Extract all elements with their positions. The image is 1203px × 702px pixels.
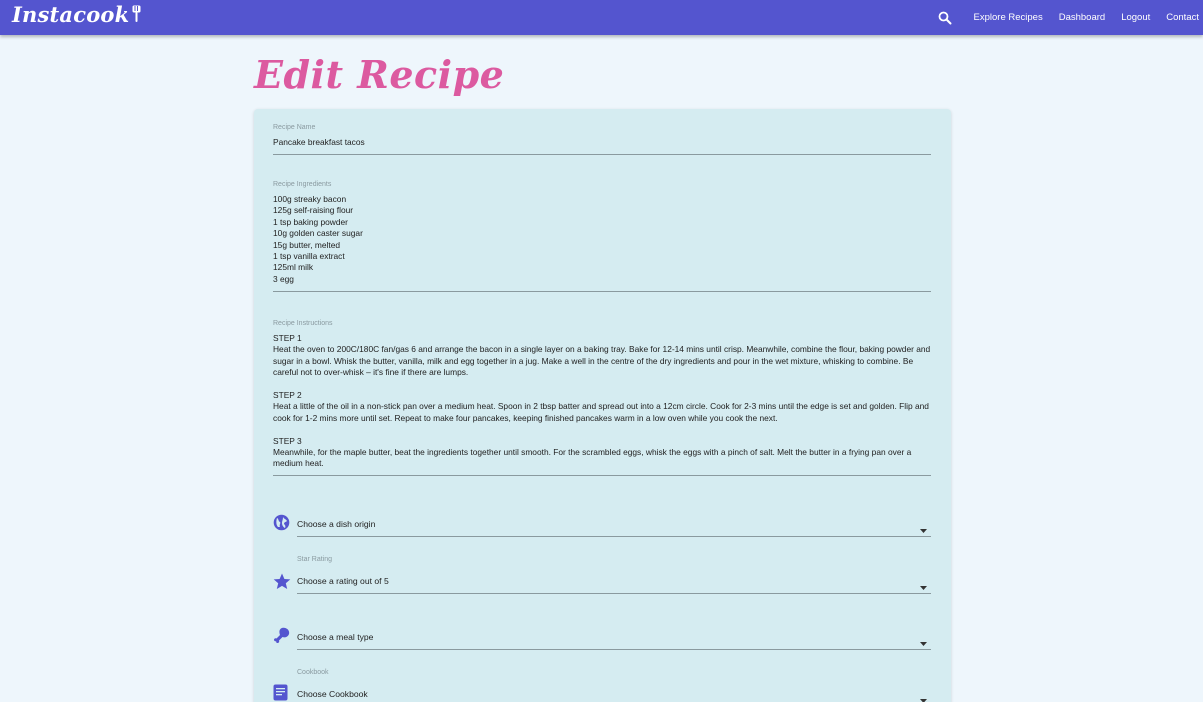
drumstick-icon xyxy=(273,627,291,645)
star-rating-select[interactable]: Star Rating Choose a rating out of 5 xyxy=(297,556,931,595)
search-icon[interactable] xyxy=(938,11,952,25)
book-icon xyxy=(273,684,291,702)
star-rating-label: Star Rating xyxy=(297,556,333,563)
recipe-instructions-input[interactable]: STEP 1 Heat the oven to 200C/180C fan/ga… xyxy=(273,333,931,470)
nav-contact[interactable]: Contact xyxy=(1166,12,1199,23)
recipe-name-underline xyxy=(273,154,931,155)
recipe-ingredients-underline xyxy=(273,291,931,292)
recipe-ingredients-input[interactable]: 100g streaky bacon 125g self-raising flo… xyxy=(273,194,931,285)
recipe-name-input[interactable]: Pancake breakfast tacos xyxy=(273,137,931,148)
nav-links: Explore Recipes Dashboard Logout Contact xyxy=(938,0,1203,35)
recipe-name-field[interactable]: Recipe Name Pancake breakfast tacos xyxy=(273,124,931,156)
star-rating-underline xyxy=(297,593,931,594)
brand-name: Instacook xyxy=(12,1,130,27)
cookbook-select[interactable]: Cookbook Choose Cookbook xyxy=(297,669,931,702)
recipe-ingredients-label: Recipe Ingredients xyxy=(273,181,332,188)
recipe-instructions-field[interactable]: Recipe Instructions STEP 1 Heat the oven… xyxy=(273,320,931,478)
recipe-ingredients-field[interactable]: Recipe Ingredients 100g streaky bacon 12… xyxy=(273,181,931,293)
cookbook-label: Cookbook xyxy=(297,669,329,676)
chevron-down-icon xyxy=(920,578,927,590)
star-rating-placeholder: Choose a rating out of 5 xyxy=(297,576,389,586)
globe-icon xyxy=(273,514,291,532)
page-title: Edit Recipe xyxy=(254,52,505,97)
cookbook-placeholder: Choose Cookbook xyxy=(297,689,368,699)
meal-type-placeholder: Choose a meal type xyxy=(297,632,374,642)
dish-origin-underline xyxy=(297,536,931,537)
dish-origin-placeholder: Choose a dish origin xyxy=(297,519,376,529)
nav-logout[interactable]: Logout xyxy=(1121,12,1150,23)
nav-dashboard[interactable]: Dashboard xyxy=(1059,12,1105,23)
recipe-name-label: Recipe Name xyxy=(273,124,316,131)
recipe-form-card: Recipe Name Pancake breakfast tacos Reci… xyxy=(254,109,951,702)
recipe-instructions-label: Recipe Instructions xyxy=(273,320,333,327)
cookbook-select-row: Cookbook Choose Cookbook xyxy=(273,669,931,702)
chevron-down-icon xyxy=(920,691,927,702)
dish-origin-select[interactable]: Choose a dish origin xyxy=(297,514,931,538)
top-navbar: Instacook Explore Recipes Dashboard Logo… xyxy=(0,0,1203,35)
brand-logo[interactable]: Instacook xyxy=(12,0,141,28)
star-icon xyxy=(273,573,291,591)
spatula-icon xyxy=(132,5,141,23)
chevron-down-icon xyxy=(920,634,927,646)
dish-origin-select-row: Choose a dish origin xyxy=(273,514,931,538)
meal-type-underline xyxy=(297,649,931,650)
chevron-down-icon xyxy=(920,521,927,533)
star-rating-select-row: Star Rating Choose a rating out of 5 xyxy=(273,556,931,595)
nav-explore-recipes[interactable]: Explore Recipes xyxy=(974,12,1043,23)
meal-type-select[interactable]: Choose a meal type xyxy=(297,627,931,651)
meal-type-select-row: Choose a meal type xyxy=(273,627,931,651)
recipe-instructions-underline xyxy=(273,475,931,476)
